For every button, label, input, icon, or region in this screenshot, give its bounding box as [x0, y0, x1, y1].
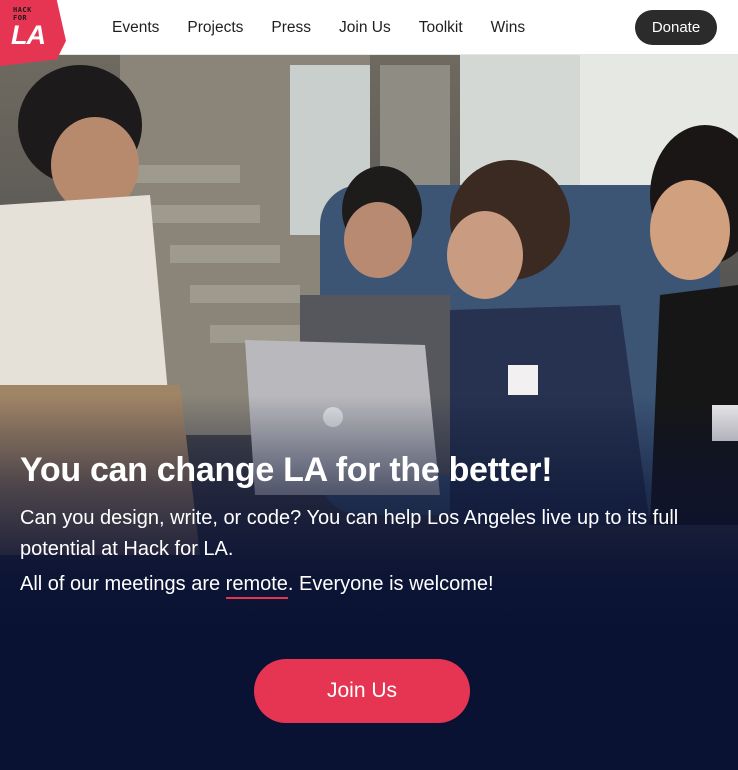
nav-item-events[interactable]: Events — [112, 19, 159, 37]
meetings-text-after: . Everyone is welcome! — [287, 573, 494, 595]
main-nav: Events Projects Press Join Us Toolkit Wi… — [112, 0, 553, 55]
meetings-text-before: All of our meetings are — [20, 573, 226, 595]
logo-text-la: LA — [11, 20, 46, 50]
meetings-text: All of our meetings are remote. Everyone… — [20, 573, 494, 599]
nav-item-toolkit[interactable]: Toolkit — [419, 19, 463, 37]
nav-item-press[interactable]: Press — [271, 19, 311, 37]
nav-item-wins[interactable]: Wins — [491, 19, 525, 37]
donate-button[interactable]: Donate — [635, 10, 717, 45]
nav-item-projects[interactable]: Projects — [187, 19, 243, 37]
logo-text-hack: HACK — [13, 6, 32, 14]
hero-headline: You can change LA for the better! — [20, 451, 553, 489]
join-us-button[interactable]: Join Us — [254, 659, 470, 723]
nav-item-join-us[interactable]: Join Us — [339, 19, 391, 37]
hero-subtext: Can you design, write, or code? You can … — [20, 507, 679, 560]
site-header: HACK FOR LA Events Projects Press Join U… — [0, 0, 738, 66]
remote-link[interactable]: remote — [225, 573, 288, 599]
hack-for-la-logo[interactable]: HACK FOR LA — [0, 0, 66, 66]
